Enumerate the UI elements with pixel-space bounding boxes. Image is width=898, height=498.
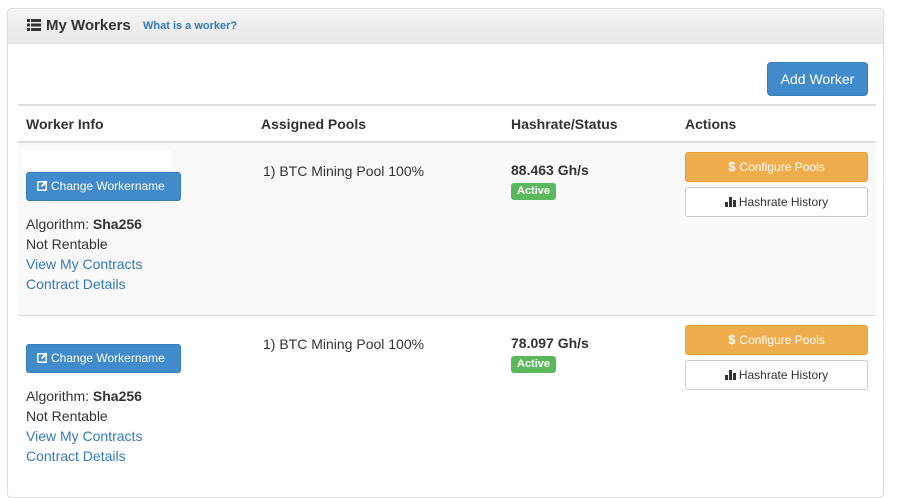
edit-icon — [37, 352, 48, 364]
hashrate-history-button[interactable]: Hashrate History — [685, 187, 868, 217]
status-badge: Active — [511, 183, 557, 200]
panel-title: My Workers — [46, 17, 131, 34]
worker-name-field — [22, 150, 172, 168]
hashrate-value: 78.097 Gh/s — [511, 335, 589, 351]
bar-chart-icon — [724, 196, 736, 207]
view-my-contracts-link[interactable]: View My Contracts — [26, 256, 142, 272]
status-badge: Active — [511, 356, 557, 373]
configure-pools-button[interactable]: $ Configure Pools — [685, 325, 868, 355]
dollar-icon: $ — [728, 159, 736, 174]
view-my-contracts-link[interactable]: View My Contracts — [26, 428, 142, 444]
hashrate-history-label: Hashrate History — [738, 195, 829, 209]
hashrate-history-button[interactable]: Hashrate History — [685, 360, 868, 390]
column-header-hashrate-status: Hashrate/Status — [511, 116, 618, 132]
column-header-assigned-pools: Assigned Pools — [261, 116, 367, 132]
dollar-icon: $ — [728, 332, 736, 347]
assigned-pool: 1) BTC Mining Pool 100% — [263, 163, 425, 179]
table-row: Change Workername Algorithm: Sha256 Not … — [18, 315, 876, 487]
assigned-pool: 1) BTC Mining Pool 100% — [263, 336, 425, 352]
rentable-status: Not Rentable — [26, 236, 108, 252]
algorithm-value: Sha256 — [92, 216, 142, 232]
change-workername-label: Change Workername — [51, 179, 165, 193]
change-workername-button[interactable]: Change Workername — [26, 172, 181, 201]
column-header-worker-info: Worker Info — [26, 116, 104, 132]
column-header-actions: Actions — [685, 116, 737, 132]
bar-chart-icon — [724, 369, 736, 380]
contract-details-link[interactable]: Contract Details — [26, 448, 126, 464]
list-icon — [27, 19, 41, 31]
rentable-status: Not Rentable — [26, 408, 108, 424]
configure-pools-label: Configure Pools — [739, 333, 825, 347]
hashrate-value: 88.463 Gh/s — [511, 162, 589, 178]
table-row: Change Workername Algorithm: Sha256 Not … — [18, 143, 876, 315]
add-worker-button[interactable]: Add Worker — [767, 62, 868, 96]
change-workername-label: Change Workername — [51, 351, 165, 365]
algorithm-value: Sha256 — [92, 388, 142, 404]
contract-details-link[interactable]: Contract Details — [26, 276, 126, 292]
configure-pools-label: Configure Pools — [739, 160, 825, 174]
table-header: Worker Info Assigned Pools Hashrate/Stat… — [18, 104, 876, 143]
algorithm-line: Algorithm: Sha256 — [26, 388, 142, 404]
edit-icon — [37, 180, 48, 192]
change-workername-button[interactable]: Change Workername — [26, 344, 181, 373]
workers-panel: My Workers What is a worker? Add Worker … — [7, 8, 884, 498]
panel-heading: My Workers What is a worker? — [8, 9, 883, 44]
configure-pools-button[interactable]: $ Configure Pools — [685, 152, 868, 182]
algorithm-line: Algorithm: Sha256 — [26, 216, 142, 232]
what-is-worker-link[interactable]: What is a worker? — [143, 20, 237, 32]
hashrate-history-label: Hashrate History — [738, 368, 829, 382]
algorithm-label: Algorithm: — [26, 388, 90, 404]
algorithm-label: Algorithm: — [26, 216, 90, 232]
